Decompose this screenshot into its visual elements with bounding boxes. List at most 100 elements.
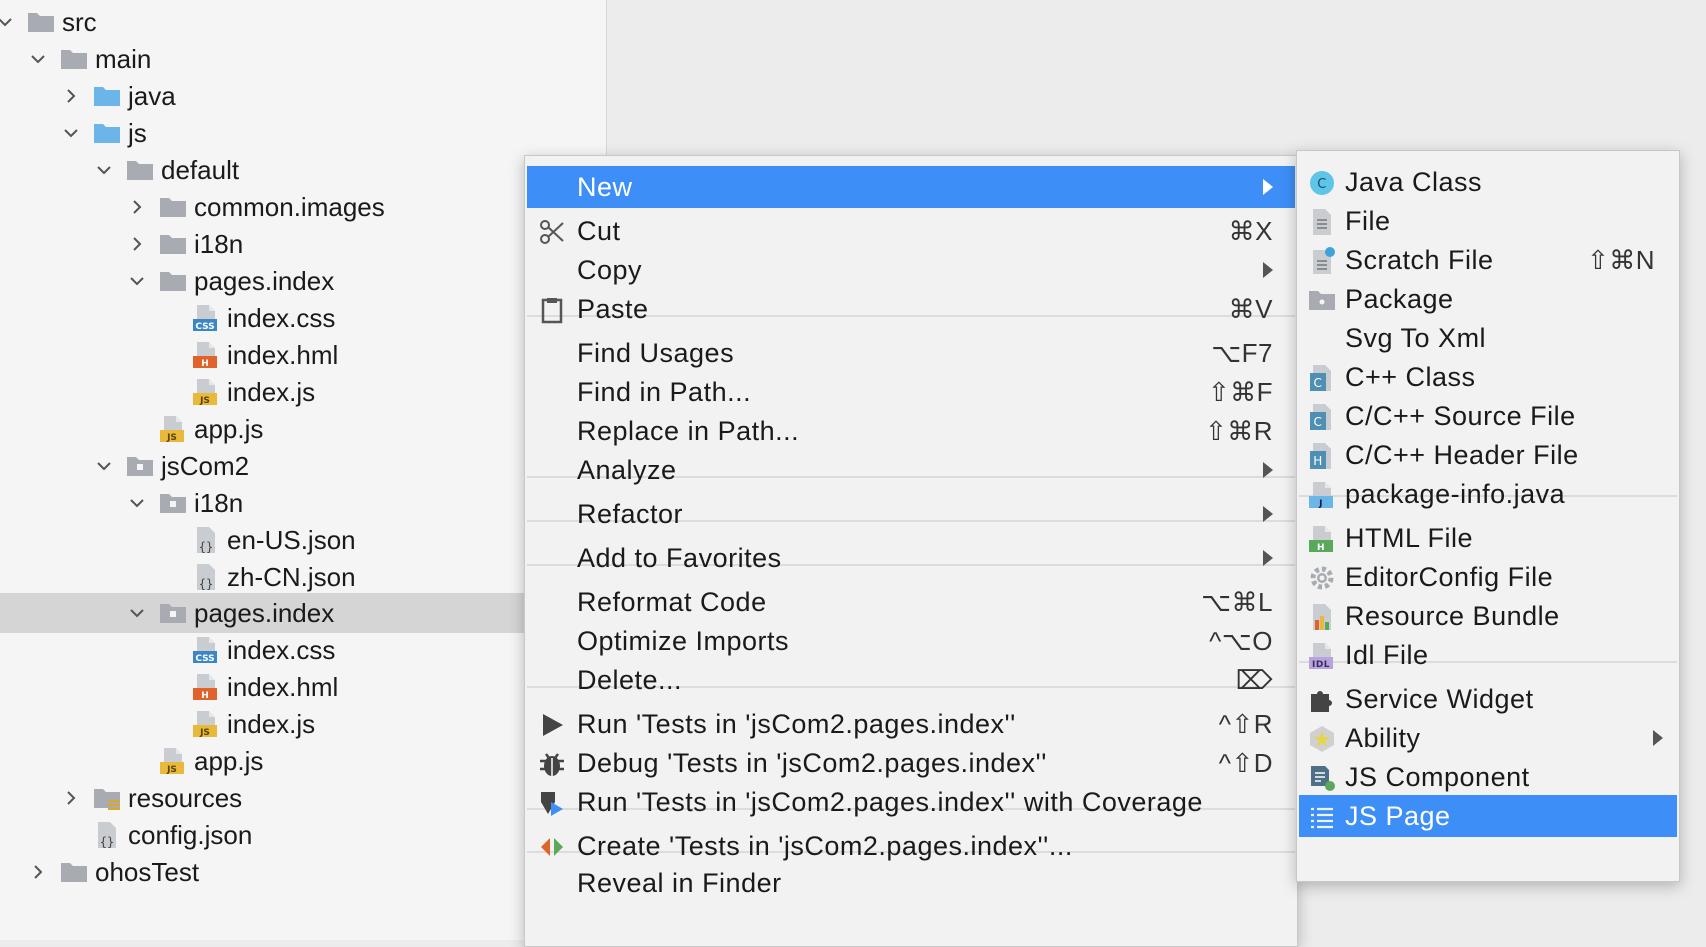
new-submenu-item[interactable]: File: [1299, 200, 1677, 242]
tree-row[interactable]: {} en-US.json: [0, 520, 606, 560]
js-file-icon: JS: [158, 746, 188, 776]
new-submenu-item[interactable]: C C++ Class: [1299, 356, 1677, 398]
folder-gray-icon: [158, 266, 188, 296]
new-submenu-item[interactable]: Service Widget: [1299, 678, 1677, 720]
tree-row[interactable]: {} config.json: [0, 815, 606, 855]
context-menu-item[interactable]: Reformat Code ⌥⌘L: [527, 581, 1295, 623]
tree-row[interactable]: Hindex.hml: [0, 335, 606, 375]
chevron-down-icon[interactable]: [0, 11, 16, 33]
context-menu-item[interactable]: Reveal in Finder: [527, 862, 1295, 904]
svg-text:{}: {}: [100, 835, 114, 849]
new-submenu-item[interactable]: H C/C++ Header File: [1299, 434, 1677, 476]
context-menu-item[interactable]: Find Usages ⌥F7: [527, 332, 1295, 374]
tree-row[interactable]: js: [0, 113, 606, 153]
new-submenu-item[interactable]: JS Component: [1299, 756, 1677, 798]
folder-module-icon: [158, 598, 188, 628]
tree-row[interactable]: pages.index: [0, 593, 606, 633]
tree-row[interactable]: jsCom2: [0, 446, 606, 486]
submenu-arrow-icon: [1263, 550, 1273, 566]
svg-text:H: H: [201, 359, 209, 369]
context-menu-item[interactable]: Delete... ⌦: [527, 659, 1295, 701]
chevron-down-icon[interactable]: [126, 492, 148, 514]
context-menu-item-label: Reveal in Finder: [577, 867, 782, 898]
tree-row[interactable]: java: [0, 76, 606, 116]
chevron-right-icon[interactable]: [126, 233, 148, 255]
context-menu-item[interactable]: Optimize Imports ^⌥O: [527, 620, 1295, 662]
context-menu-item[interactable]: Replace in Path... ⇧⌘R: [527, 410, 1295, 452]
tree-row[interactable]: CSS index.css: [0, 298, 606, 338]
new-submenu-item-label: JS Component: [1345, 761, 1530, 792]
tree-row[interactable]: JS index.js: [0, 372, 606, 412]
tree-row[interactable]: i18n: [0, 224, 606, 264]
tree-row[interactable]: {} zh-CN.json: [0, 557, 606, 597]
svg-text:J: J: [1318, 499, 1323, 509]
tree-row[interactable]: Hindex.hml: [0, 667, 606, 707]
new-submenu-item[interactable]: H HTML File: [1299, 517, 1677, 559]
tree-row[interactable]: JS app.js: [0, 409, 606, 449]
chevron-right-icon[interactable]: [27, 861, 49, 883]
tree-row[interactable]: ohosTest: [0, 852, 606, 892]
new-submenu-item[interactable]: C Java Class: [1299, 161, 1677, 203]
svg-text:H: H: [201, 691, 209, 701]
tree-row[interactable]: CSS index.css: [0, 630, 606, 670]
new-submenu-item[interactable]: JS Page: [1299, 795, 1677, 837]
new-submenu-item[interactable]: C C/C++ Source File: [1299, 395, 1677, 437]
tree-row-label: zh-CN.json: [227, 561, 356, 592]
context-menu-item-shortcut: ⌥⌘L: [1201, 586, 1273, 617]
new-submenu-item[interactable]: Jpackage-info.java: [1299, 473, 1677, 515]
context-menu-item-label: New: [577, 171, 633, 202]
tree-row-label: index.js: [227, 708, 316, 739]
context-menu-item[interactable]: Find in Path... ⇧⌘F: [527, 371, 1295, 413]
create-tests-icon: [537, 832, 565, 860]
clipboard-icon: [537, 295, 565, 324]
chevron-down-icon[interactable]: [93, 159, 115, 181]
new-submenu-item[interactable]: Ability: [1299, 717, 1677, 759]
context-menu-item[interactable]: Add to Favorites: [527, 537, 1295, 579]
chevron-down-icon[interactable]: [126, 602, 148, 624]
context-menu-item[interactable]: Debug 'Tests in 'jsCom2.pages.index'' ^⇧D: [527, 742, 1295, 784]
context-menu-item[interactable]: New: [527, 166, 1295, 208]
tree-row[interactable]: main: [0, 39, 606, 79]
new-submenu-item[interactable]: Svg To Xml: [1299, 317, 1677, 359]
tree-row[interactable]: default: [0, 150, 606, 190]
context-menu-item[interactable]: Run 'Tests in 'jsCom2.pages.index'' with…: [527, 781, 1295, 823]
scissors-icon: [537, 217, 565, 245]
context-menu-item[interactable]: Analyze: [527, 449, 1295, 491]
tree-row[interactable]: i18n: [0, 483, 606, 523]
new-submenu-item[interactable]: Scratch File ⇧⌘N: [1299, 239, 1677, 281]
tree-row[interactable]: common.images: [0, 187, 606, 227]
svg-text:JS: JS: [166, 433, 177, 443]
tree-row[interactable]: src: [0, 2, 606, 42]
tree-row-label: en-US.json: [227, 524, 356, 555]
new-submenu-item[interactable]: IDL Idl File: [1299, 634, 1677, 676]
tree-row-label: main: [95, 43, 152, 74]
chevron-right-icon[interactable]: [126, 196, 148, 218]
chevron-down-icon[interactable]: [60, 122, 82, 144]
context-menu-item[interactable]: Paste ⌘V: [527, 288, 1295, 330]
new-submenu-item-label: Ability: [1345, 722, 1421, 753]
context-menu-item[interactable]: Cut ⌘X: [527, 210, 1295, 252]
context-menu-item-label: Delete...: [577, 664, 683, 695]
chevron-down-icon[interactable]: [27, 48, 49, 70]
chevron-down-icon[interactable]: [93, 455, 115, 477]
coverage-icon: [537, 788, 565, 816]
hml-file-icon: H: [191, 672, 221, 702]
context-menu-item[interactable]: Refactor: [527, 493, 1295, 535]
chevron-right-icon[interactable]: [60, 787, 82, 809]
new-submenu-item[interactable]: Resource Bundle: [1299, 595, 1677, 637]
context-menu-item[interactable]: Create 'Tests in 'jsCom2.pages.index''..…: [527, 825, 1295, 867]
context-menu-item-shortcut: ⇧⌘R: [1204, 415, 1273, 446]
new-submenu-item[interactable]: EditorConfig File: [1299, 556, 1677, 598]
tree-row-label: index.js: [227, 376, 316, 407]
tree-row[interactable]: JS app.js: [0, 741, 606, 781]
tree-row[interactable]: resources: [0, 778, 606, 818]
context-menu-item-label: Analyze: [577, 454, 677, 485]
context-menu-item-label: Run 'Tests in 'jsCom2.pages.index'': [577, 708, 1016, 739]
chevron-down-icon[interactable]: [126, 270, 148, 292]
chevron-right-icon[interactable]: [60, 85, 82, 107]
context-menu-item[interactable]: Run 'Tests in 'jsCom2.pages.index'' ^⇧R: [527, 703, 1295, 745]
new-submenu-item[interactable]: Package: [1299, 278, 1677, 320]
tree-row[interactable]: pages.index: [0, 261, 606, 301]
context-menu-item[interactable]: Copy: [527, 249, 1295, 291]
tree-row[interactable]: JS index.js: [0, 704, 606, 744]
